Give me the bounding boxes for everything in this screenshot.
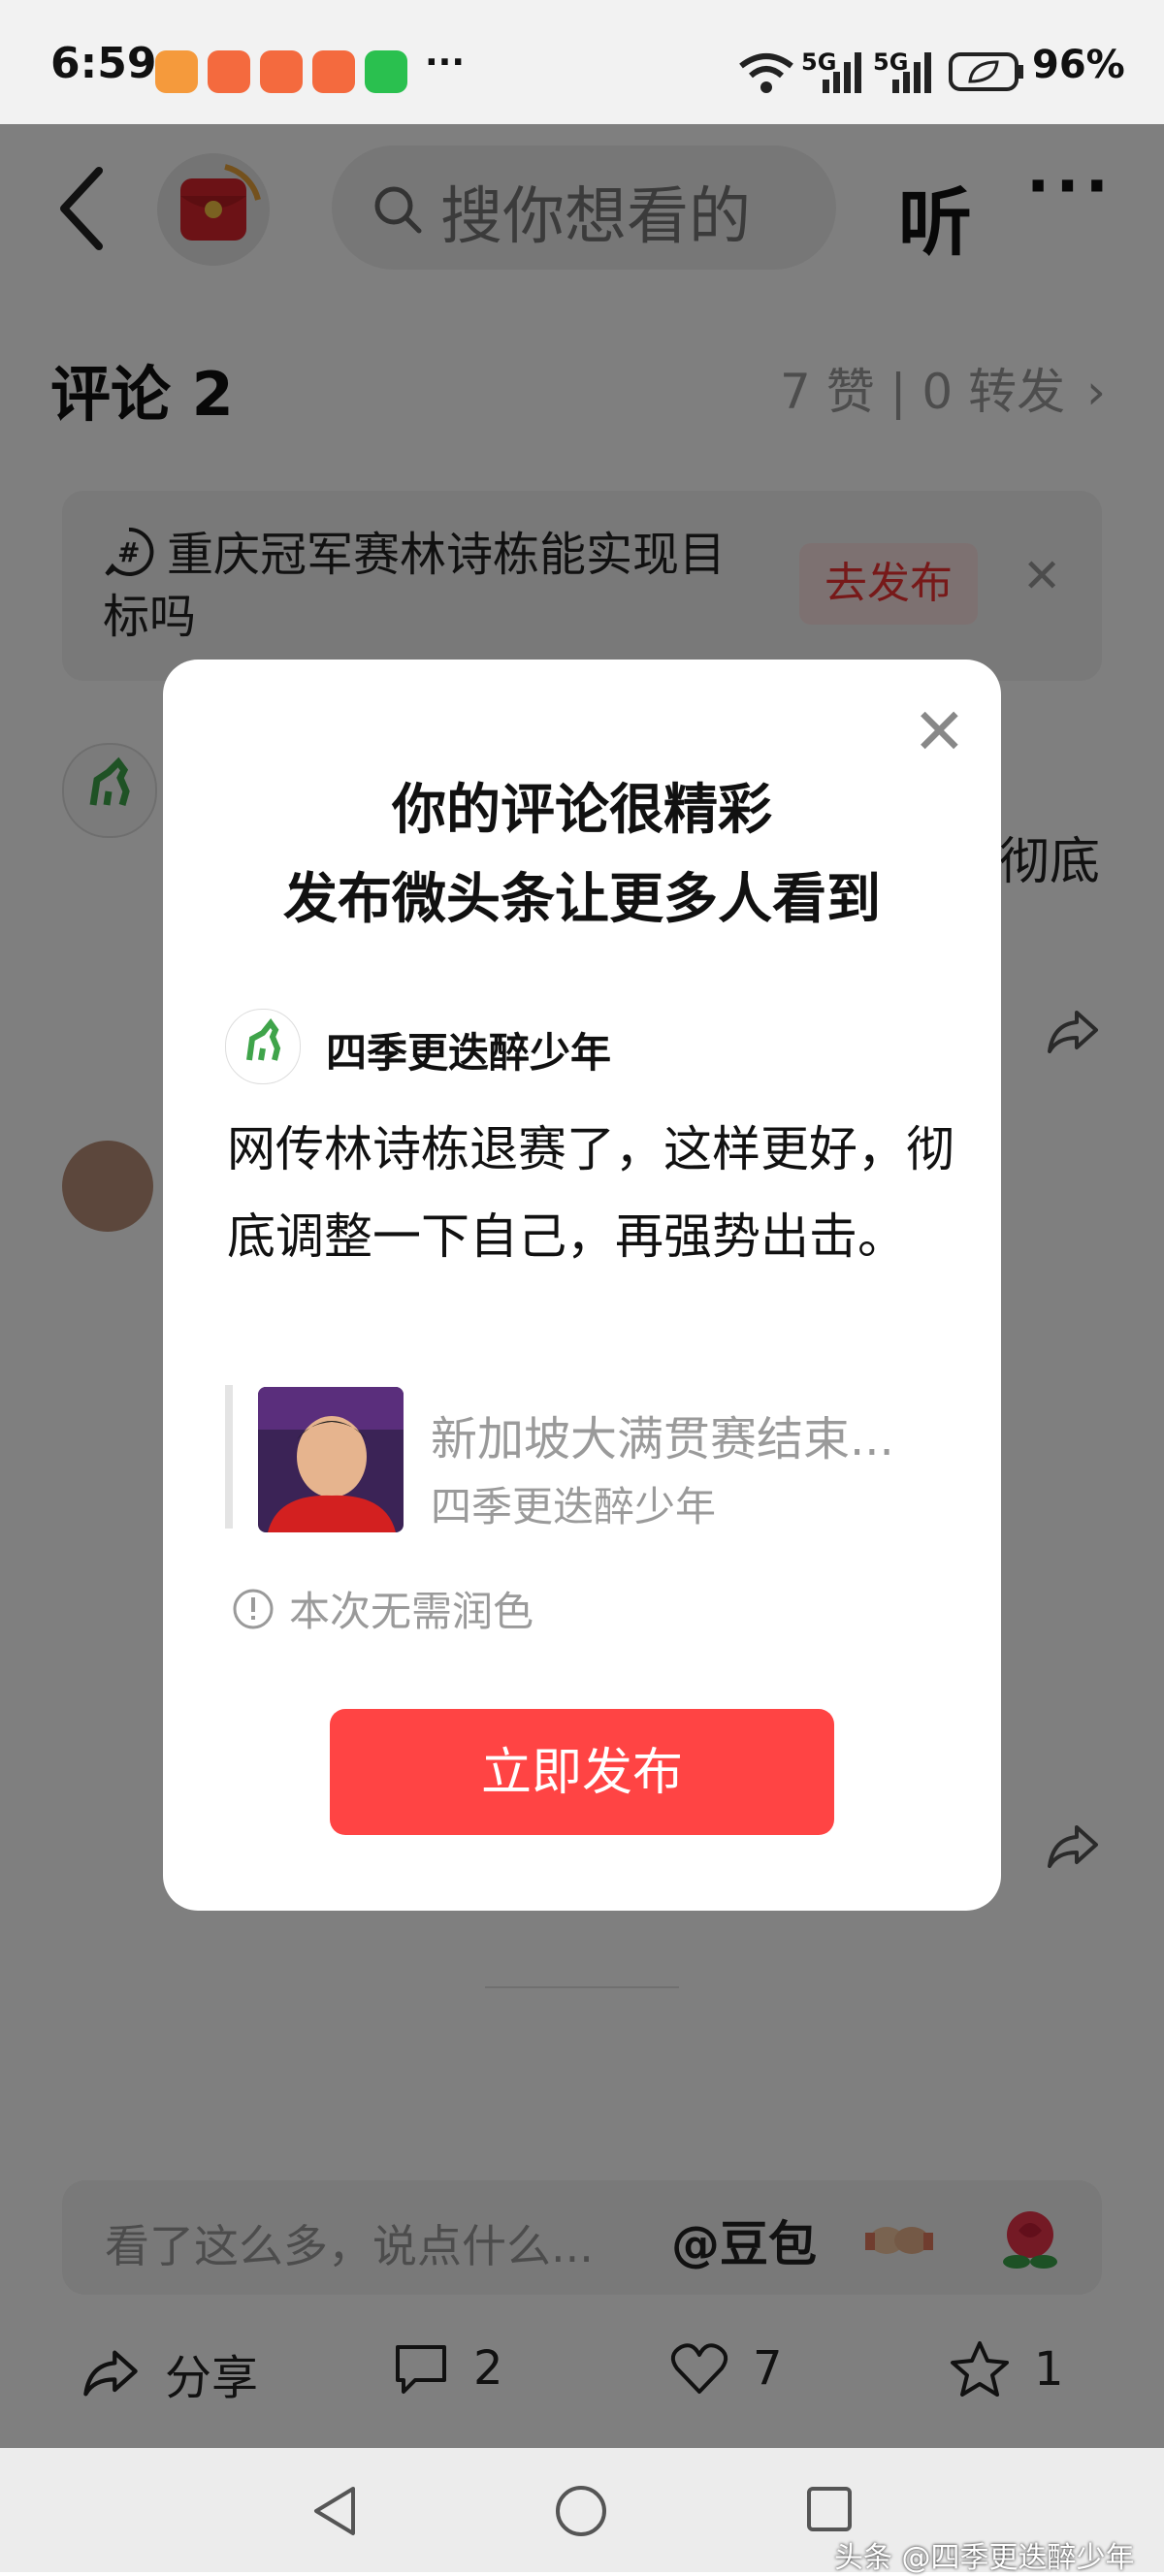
wifi-icon	[739, 53, 793, 93]
publish-dialog: ✕ 你的评论很精彩 发布微头条让更多人看到 四季更迭醉少年 网传林诗栋退赛了，这…	[163, 660, 1001, 1911]
nav-home-icon[interactable]	[553, 2483, 609, 2539]
polish-note: 本次无需润色	[231, 1579, 534, 1638]
status-bar: 6:59 ··· 5G 5G 96%	[0, 0, 1164, 124]
article-title: 新加坡大满贯赛结束...	[431, 1412, 894, 1466]
signal-icon	[892, 52, 931, 93]
publish-now-button[interactable]: 立即发布	[330, 1709, 834, 1835]
battery-percent: 96%	[1032, 43, 1125, 87]
dialog-close-icon[interactable]: ✕	[913, 694, 966, 769]
nav-back-icon[interactable]	[308, 2483, 361, 2539]
polish-note-text: 本次无需润色	[289, 1588, 534, 1635]
watermark: 头条 @四季更迭醉少年	[834, 2541, 1135, 2575]
signal-icon	[823, 52, 861, 93]
more-notifications-indicator: ···	[425, 43, 466, 82]
info-icon	[233, 1589, 274, 1628]
article-author: 四季更迭醉少年	[431, 1483, 717, 1530]
video-app-icon	[208, 50, 250, 93]
nav-recents-icon[interactable]	[805, 2485, 854, 2533]
video-app-icon	[260, 50, 303, 93]
heart-app-icon	[155, 50, 198, 93]
user-avatar	[225, 1009, 301, 1084]
dialog-title-line2: 发布微头条让更多人看到	[283, 868, 881, 931]
quote-bar	[225, 1385, 233, 1529]
dialog-title-line1: 你的评论很精彩	[392, 779, 772, 842]
wechat-icon	[365, 50, 407, 93]
status-time: 6:59	[50, 39, 157, 88]
video-app-icon	[312, 50, 355, 93]
horse-avatar-icon	[246, 1018, 281, 1061]
battery-icon	[949, 52, 1023, 91]
article-thumbnail	[258, 1387, 404, 1532]
dialog-comment-text: 网传林诗栋退赛了，这样更好，彻底调整一下自己，再强势出击。	[227, 1121, 954, 1265]
athlete-photo-image	[258, 1387, 404, 1532]
dialog-username: 四季更迭醉少年	[326, 1029, 612, 1077]
